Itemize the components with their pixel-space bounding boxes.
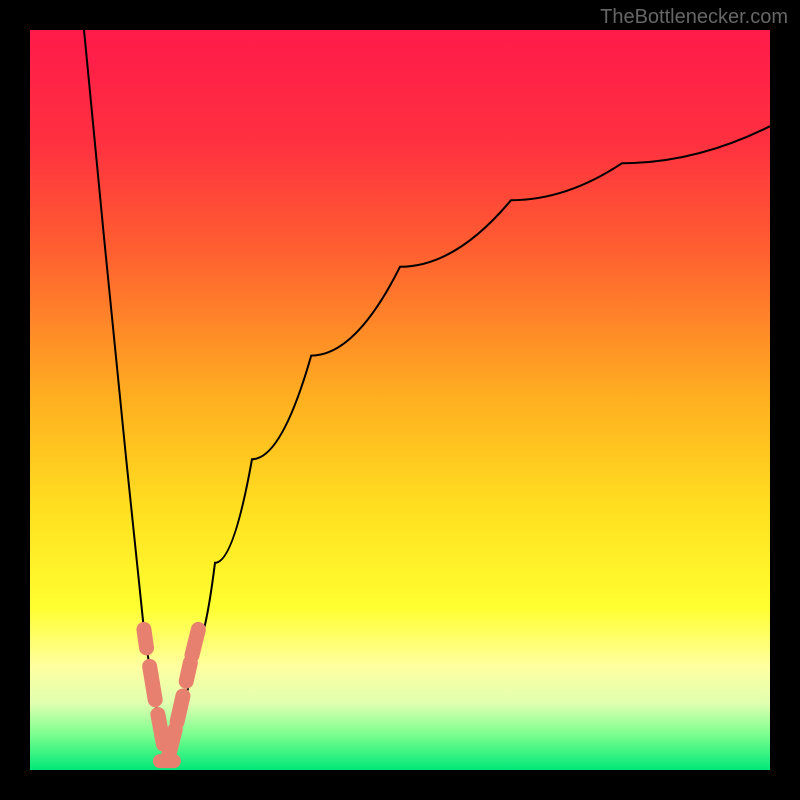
watermark-text: TheBottlenecker.com — [600, 6, 788, 29]
plot-area — [30, 30, 770, 770]
chart-container: TheBottlenecker.com — [0, 0, 800, 800]
bottleneck-curve — [30, 30, 770, 770]
